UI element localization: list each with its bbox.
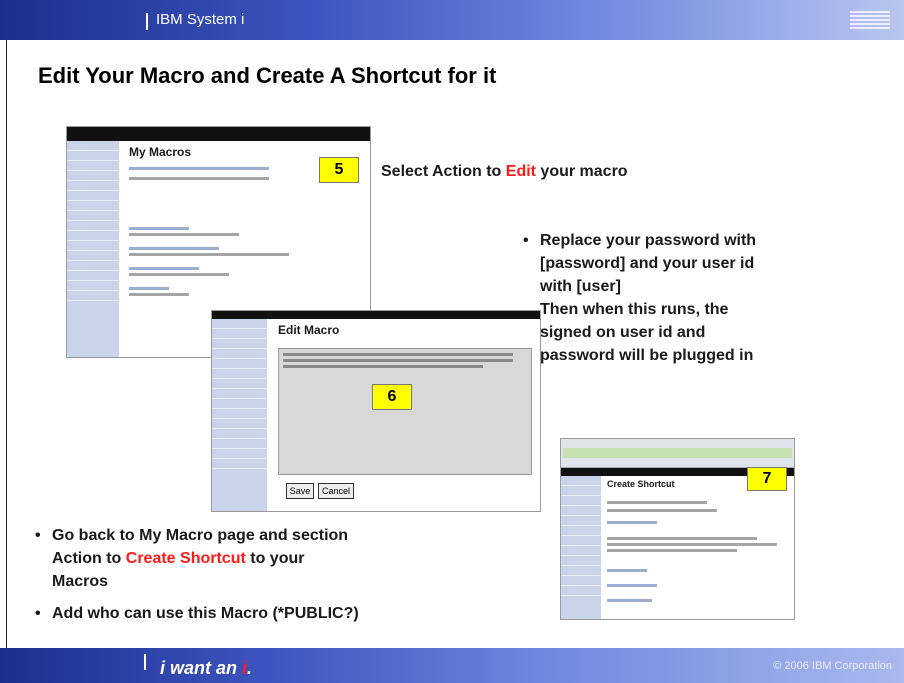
form-button xyxy=(607,521,657,524)
top-banner: IBM System i xyxy=(0,0,904,40)
create-shortcut-title: Create Shortcut xyxy=(607,479,675,489)
link-text xyxy=(607,584,657,587)
table-header xyxy=(129,167,269,170)
screenshot-sidebar xyxy=(561,476,601,619)
link-text xyxy=(129,287,169,290)
link-desc xyxy=(129,273,229,276)
table-row xyxy=(129,177,269,180)
tagline-dot: . xyxy=(247,658,253,678)
tagline: i want an i. xyxy=(160,658,252,679)
link-text xyxy=(607,569,647,572)
form-field xyxy=(607,509,717,512)
product-name: IBM System i xyxy=(156,11,245,28)
step-6-line: [password] and your user id xyxy=(540,255,755,272)
step-6-line: Replace your password with xyxy=(540,232,757,249)
step-7-bullet-2: • xyxy=(35,605,41,622)
screenshot-sidebar xyxy=(212,319,267,511)
step-5-text-before: Select Action to xyxy=(381,163,506,180)
step-6-bullet: • xyxy=(523,232,529,249)
step-6-line: password will be plugged in xyxy=(540,347,754,364)
slide-title: Edit Your Macro and Create A Shortcut fo… xyxy=(38,63,497,88)
tagline-text: i want an xyxy=(160,658,243,678)
bottom-banner: i want an i. © 2006 IBM Corporation xyxy=(0,648,904,683)
step-5-edit-highlight: Edit xyxy=(505,163,536,180)
step-5-badge: 5 xyxy=(319,157,359,183)
banner-divider xyxy=(144,654,146,670)
text-line xyxy=(607,537,757,540)
browser-chrome xyxy=(561,439,794,468)
link-desc xyxy=(129,233,239,236)
step-5-text-after: your macro xyxy=(535,163,628,180)
text-line xyxy=(607,549,737,552)
create-shortcut-screenshot: Create Shortcut xyxy=(560,438,795,620)
link-text xyxy=(129,247,219,250)
edit-macro-screenshot: Edit Macro Save Cancel xyxy=(211,310,541,512)
step-7-line-1: Go back to My Macro page and section xyxy=(52,527,349,544)
macro-source-textarea xyxy=(278,348,532,475)
step-6-badge: 6 xyxy=(372,384,412,410)
step-6-line: with [user] xyxy=(540,278,621,295)
create-shortcut-highlight: Create Shortcut xyxy=(125,550,246,567)
text-line xyxy=(607,543,777,546)
step-6-line: Then when this runs, the xyxy=(540,301,729,318)
step-7-badge: 7 xyxy=(747,467,787,491)
step-7-line-2: Action to Create Shortcut to your xyxy=(52,547,532,570)
link-text xyxy=(129,227,189,230)
screenshot-sidebar xyxy=(67,141,119,357)
copyright: © 2006 IBM Corporation xyxy=(773,660,892,672)
step-7-line-2-after: to your xyxy=(245,550,305,567)
step-7-line-4: Add who can use this Macro (*PUBLIC?) xyxy=(52,605,359,622)
ibm-logo-icon xyxy=(850,11,890,29)
link-desc xyxy=(129,293,189,296)
step-6-instruction: • Replace your password with [password] … xyxy=(523,229,870,367)
browser-toolbar xyxy=(563,448,792,458)
cancel-button: Cancel xyxy=(318,483,354,499)
edit-macro-title: Edit Macro xyxy=(278,323,340,337)
step-7-line-3: Macros xyxy=(52,573,109,590)
link-text xyxy=(607,599,652,602)
screenshot-header-bar xyxy=(67,127,370,141)
step-5-instruction: Select Action to Edit your macro xyxy=(381,160,628,183)
screenshot-header-bar xyxy=(212,311,540,319)
link-text xyxy=(129,267,199,270)
step-6-line: signed on user id and xyxy=(540,324,706,341)
banner-divider xyxy=(146,13,148,30)
my-macros-title: My Macros xyxy=(129,145,192,159)
step-7-instruction: • Go back to My Macro page and section A… xyxy=(35,524,532,593)
step-7-line-2-before: Action to xyxy=(52,550,126,567)
step-7-bullet: • xyxy=(35,527,41,544)
step-7-public-note: • Add who can use this Macro (*PUBLIC?) xyxy=(35,602,532,625)
link-desc xyxy=(129,253,289,256)
save-button: Save xyxy=(286,483,314,499)
form-field xyxy=(607,501,707,504)
